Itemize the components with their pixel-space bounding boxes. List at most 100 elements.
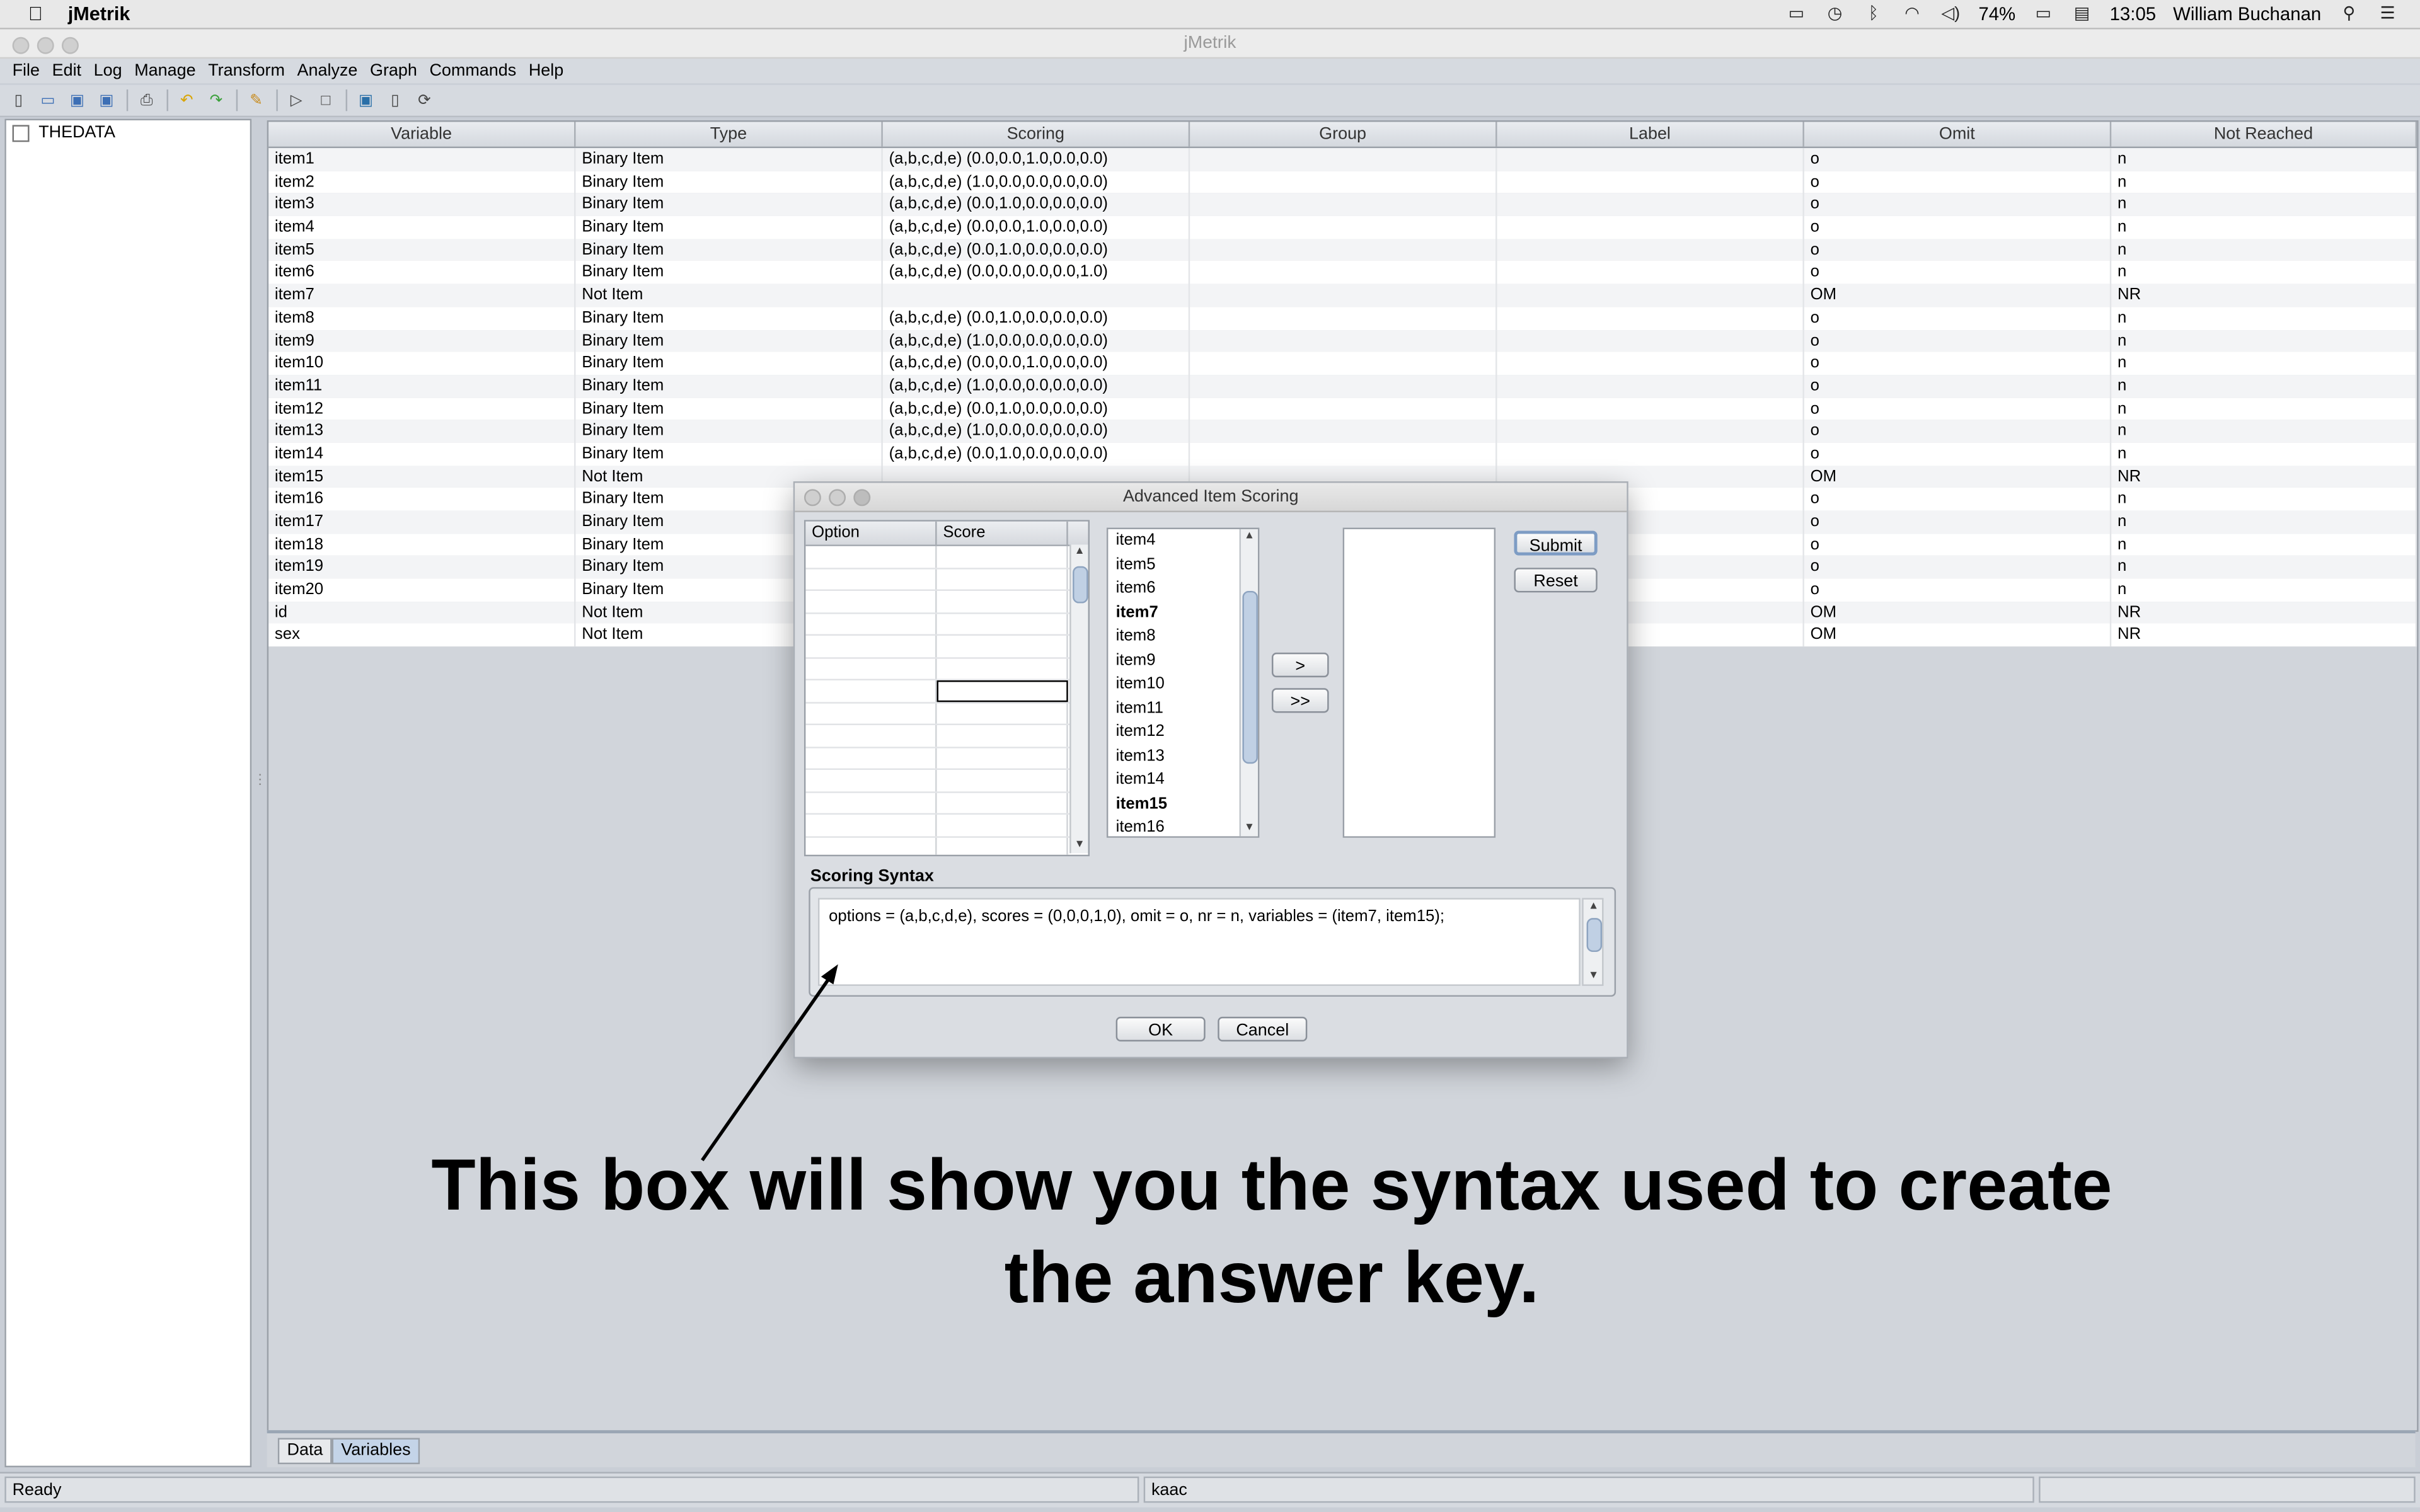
cell-not-reached[interactable]: n [2111,193,2417,217]
clock[interactable]: 13:05 [2110,3,2157,25]
item-list-entry[interactable]: item4 [1108,529,1258,553]
cell-type[interactable]: Binary Item [575,171,883,194]
cell-group[interactable] [1190,329,1497,352]
column-header-omit[interactable]: Omit [1804,122,2112,147]
cell-not-reached[interactable]: n [2111,238,2417,261]
cell-scoring[interactable] [883,284,1190,307]
splitter-handle[interactable]: ⋮ [253,772,267,803]
cell-type[interactable]: Binary Item [575,193,883,217]
menu-file[interactable]: File [13,62,40,80]
cell-not-reached[interactable]: n [2111,488,2417,511]
zoom-window-button[interactable] [61,37,79,54]
cell-label[interactable] [1497,148,1804,171]
option-cell[interactable] [805,815,937,836]
cell-label[interactable] [1497,352,1804,375]
cell-not-reached[interactable]: n [2111,510,2417,534]
cell-type[interactable]: Binary Item [575,352,883,375]
volume-icon[interactable]: ◁) [1940,4,1961,23]
save-icon[interactable]: ▣ [66,90,88,110]
cell-omit[interactable]: o [1804,397,2112,420]
menu-log[interactable]: Log [94,62,122,80]
option-cell[interactable] [805,837,937,855]
cell-omit[interactable]: OM [1804,284,2112,307]
cell-type[interactable]: Binary Item [575,261,883,284]
scroll-down-icon[interactable]: ▼ [1241,821,1258,836]
scroll-up-icon[interactable]: ▲ [1241,529,1258,544]
cell-type[interactable]: Binary Item [575,148,883,171]
table-row[interactable]: item12 Binary Item (a,b,c,d,e) (0.0,1.0,0.… [268,397,2417,420]
item-list-entry[interactable]: item15 [1108,793,1258,816]
column-header-variable[interactable]: Variable [268,122,576,147]
ok-button[interactable]: OK [1115,1016,1206,1042]
option-row[interactable] [805,613,1088,636]
scrollbar-thumb[interactable] [1242,590,1258,764]
cell-variable[interactable]: item6 [268,261,576,284]
run-icon[interactable]: ▷ [285,90,307,110]
cell-type[interactable]: Binary Item [575,397,883,420]
cell-variable[interactable]: item18 [268,533,576,556]
option-cell[interactable] [805,635,937,657]
table-row[interactable]: item6 Binary Item (a,b,c,d,e) (0.0,0.0,0.0… [268,261,2417,284]
print-icon[interactable]: ⎙ [136,90,158,110]
cell-variable[interactable]: item19 [268,556,576,579]
wifi-icon[interactable]: ◠ [1901,4,1923,23]
column-header-scoring[interactable]: Scoring [883,122,1190,147]
cell-variable[interactable]: item9 [268,329,576,352]
refresh-icon[interactable]: ⟳ [413,90,435,110]
score-cell[interactable] [937,725,1068,747]
score-cell[interactable] [937,658,1068,679]
cell-scoring[interactable]: (a,b,c,d,e) (0.0,0.0,0.0,0.0,1.0) [883,261,1190,284]
menu-graph[interactable]: Graph [370,62,417,80]
score-cell[interactable] [937,770,1068,791]
option-row[interactable] [805,680,1088,703]
option-row[interactable] [805,658,1088,681]
option-cell[interactable] [805,792,937,813]
cell-not-reached[interactable]: n [2111,397,2417,420]
dialog-close-button[interactable] [804,489,821,507]
cell-not-reached[interactable]: n [2111,171,2417,194]
cell-variable[interactable]: item17 [268,510,576,534]
image-icon[interactable]: ▣ [355,90,376,110]
item-list-entry[interactable]: item7 [1108,601,1258,625]
cell-omit[interactable]: o [1804,261,2112,284]
cell-not-reached[interactable]: n [2111,578,2417,602]
cell-scoring[interactable]: (a,b,c,d,e) (0.0,0.0,1.0,0.0,0.0) [883,216,1190,239]
table-row[interactable]: item9 Binary Item (a,b,c,d,e) (1.0,0.0,0.0… [268,329,2417,352]
score-cell[interactable] [937,747,1068,769]
cell-omit[interactable]: o [1804,374,2112,398]
cell-omit[interactable]: o [1804,556,2112,579]
option-row[interactable] [805,792,1088,815]
apple-icon[interactable]:  [25,3,46,25]
score-cell[interactable] [937,702,1068,724]
option-cell[interactable] [805,770,937,791]
cell-variable[interactable]: item15 [268,465,576,488]
item-list-scrollbar[interactable]: ▲ ▼ [1239,529,1258,837]
document-icon[interactable]: ▯ [384,90,406,110]
column-header-not-reached[interactable]: Not Reached [2111,122,2417,147]
cell-scoring[interactable]: (a,b,c,d,e) (1.0,0.0,0.0,0.0,0.0) [883,171,1190,194]
cell-omit[interactable]: o [1804,442,2112,466]
cell-variable[interactable]: item11 [268,374,576,398]
cell-scoring[interactable]: (a,b,c,d,e) (0.0,0.0,1.0,0.0,0.0) [883,352,1190,375]
option-row[interactable] [805,815,1088,837]
flag-icon[interactable]: ▤ [2071,4,2092,23]
reset-button[interactable]: Reset [1514,568,1598,593]
cell-not-reached[interactable]: n [2111,533,2417,556]
cell-group[interactable] [1190,193,1497,217]
cell-type[interactable]: Not Item [575,284,883,307]
cell-omit[interactable]: o [1804,216,2112,239]
cell-variable[interactable]: item4 [268,216,576,239]
scroll-up-icon[interactable]: ▲ [1071,544,1088,559]
cell-variable[interactable]: item3 [268,193,576,217]
cell-omit[interactable]: o [1804,238,2112,261]
score-cell[interactable] [937,792,1068,813]
option-cell[interactable] [805,613,937,634]
score-cell[interactable] [937,837,1068,855]
cell-type[interactable]: Binary Item [575,216,883,239]
tree-item-thedata[interactable]: THEDATA [6,120,250,145]
column-header-option[interactable]: Option [805,521,937,545]
cell-type[interactable]: Binary Item [575,442,883,466]
cell-variable[interactable]: id [268,601,576,624]
cell-not-reached[interactable]: n [2111,352,2417,375]
cell-variable[interactable]: item5 [268,238,576,261]
